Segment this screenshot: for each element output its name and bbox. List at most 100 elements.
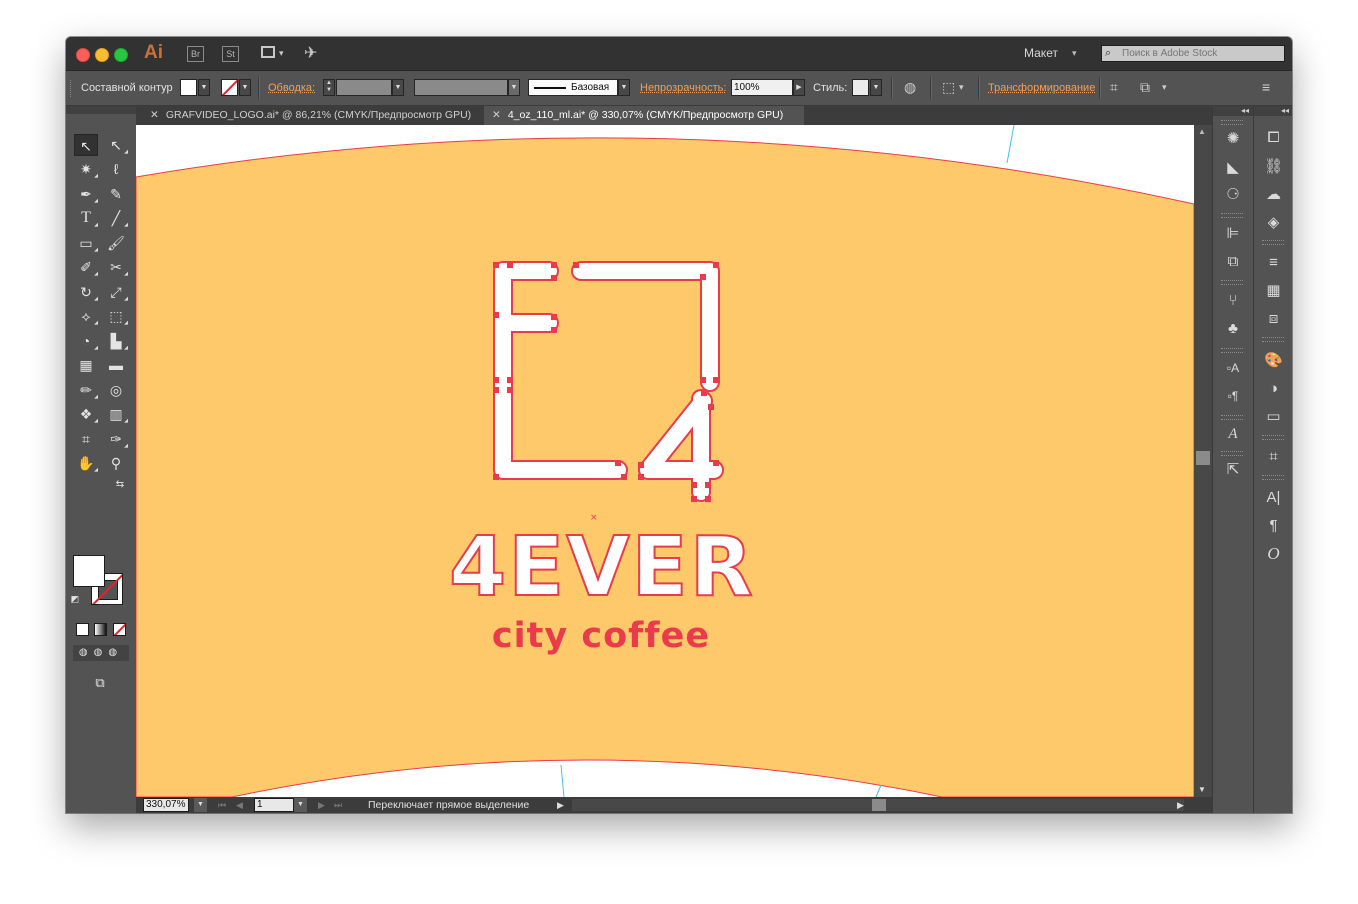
color-mode-icon[interactable] xyxy=(76,623,89,636)
recolor-artwork-icon[interactable]: ◍ xyxy=(904,79,916,96)
bridge-button[interactable]: Br xyxy=(187,46,204,62)
graphic-style-swatch[interactable] xyxy=(852,79,869,96)
artboard-canvas[interactable]: 4EVER city coffee × xyxy=(136,125,1194,797)
stock-button[interactable]: St xyxy=(222,46,239,62)
gradient-mode-icon[interactable] xyxy=(94,623,107,636)
stock-search-field[interactable]: ⌕ xyxy=(1101,45,1285,62)
free-transform-icon[interactable]: ⬚ ◢ xyxy=(104,305,128,327)
chevron-down-icon[interactable]: ▾ xyxy=(1162,79,1167,96)
graph-icon[interactable]: ▙ ◢ xyxy=(104,330,128,352)
recolor-icon[interactable]: ⚆ xyxy=(1213,184,1253,206)
swap-fill-stroke-icon[interactable]: ⇆ xyxy=(111,474,129,496)
brush-definition-field[interactable]: Базовая xyxy=(528,79,618,96)
gpu-performance-icon[interactable]: ✈ xyxy=(304,43,317,63)
opacity-dropdown[interactable]: ▶ xyxy=(793,79,805,96)
gradient-panel-icon[interactable]: ▭ xyxy=(1254,406,1292,428)
color-panel-icon[interactable]: 🎨 xyxy=(1254,350,1292,372)
horizontal-scrollbar[interactable] xyxy=(572,799,1184,811)
window-close-button[interactable] xyxy=(76,48,90,62)
magic-wand-icon[interactable]: ✷ ◢ xyxy=(74,158,98,180)
scissors-icon[interactable]: ✂ ◢ xyxy=(104,256,128,278)
tab-grafvideo-logo[interactable]: ✕ GRAFVIDEO_LOGO.ai* @ 86,21% (CMYK/Предп… xyxy=(142,106,471,125)
zoom-level-field[interactable]: 330,07% xyxy=(143,798,189,812)
window-zoom-button[interactable] xyxy=(114,48,128,62)
glyphs-icon[interactable]: A xyxy=(1213,423,1253,445)
artwork[interactable]: 4EVER city coffee × xyxy=(136,125,1194,797)
artboard-number-field[interactable]: 1 xyxy=(254,798,294,812)
variable-width-dropdown[interactable]: ▼ xyxy=(508,79,520,96)
none-mode-icon[interactable] xyxy=(113,623,126,636)
brush-definition-dropdown[interactable]: ▼ xyxy=(618,79,630,96)
gradient-icon[interactable]: ▬ xyxy=(104,354,128,376)
rotate-icon[interactable]: ↻ ◢ xyxy=(74,281,98,303)
stock-search-input[interactable] xyxy=(1122,46,1282,61)
paragraph-styles-icon[interactable]: ▫¶ xyxy=(1213,385,1253,407)
eyedropper-icon[interactable]: ✏ ◢ xyxy=(74,379,98,401)
transform-icon[interactable]: ⧠ xyxy=(1254,127,1292,149)
transform-panel-link[interactable]: Трансформирование xyxy=(988,82,1095,94)
curvature-icon[interactable]: ✎ xyxy=(104,183,128,205)
graphic-style-dropdown[interactable]: ▼ xyxy=(870,79,882,96)
swatches-icon[interactable]: ▦ xyxy=(1254,280,1292,302)
default-colors-icon[interactable]: ◩ xyxy=(68,592,82,606)
stroke-swatch[interactable] xyxy=(221,79,238,96)
artboard-dropdown[interactable]: ▼ xyxy=(294,798,307,812)
rectangle-icon[interactable]: ▭ ◢ xyxy=(74,232,98,254)
artboards-icon[interactable]: ⌗ xyxy=(1254,446,1292,468)
previous-artboard-icon[interactable]: ◀ xyxy=(236,798,243,812)
shaper-icon[interactable]: ✐ ◢ xyxy=(74,256,98,278)
stroke-panel-link[interactable]: Обводка: xyxy=(268,82,315,94)
align-to-icon[interactable]: ⬚ xyxy=(942,79,955,96)
collapse-panels-icon[interactable]: ◂◂ xyxy=(1213,106,1253,116)
scroll-right-arrow[interactable]: ▶ xyxy=(1177,799,1184,811)
drawing-modes-icon[interactable]: ◍◍◍ xyxy=(73,645,129,661)
opacity-field[interactable]: 100% xyxy=(731,79,793,96)
panel-grip[interactable] xyxy=(70,80,73,97)
close-icon[interactable]: ✕ xyxy=(492,109,501,121)
close-icon[interactable]: ✕ xyxy=(150,109,159,121)
lasso-icon[interactable]: ℓ xyxy=(104,158,128,180)
tab-4oz-110ml[interactable]: ✕ 4_oz_110_ml.ai* @ 330,07% (CMYK/Предпро… xyxy=(484,106,804,125)
width-icon[interactable]: ⟡ ◢ xyxy=(74,305,98,327)
chevron-down-icon[interactable]: ▾ xyxy=(1072,48,1077,59)
zoom-dropdown[interactable]: ▼ xyxy=(194,798,207,812)
shape-builder-icon[interactable]: ◔ ◢ xyxy=(74,330,98,352)
opentype-icon[interactable]: O xyxy=(1254,543,1292,565)
brushes-icon[interactable]: ⧈ xyxy=(1254,308,1292,330)
line-icon[interactable]: ╱ ◢ xyxy=(104,207,128,229)
chevron-down-icon[interactable]: ▾ xyxy=(279,48,284,59)
pen-icon[interactable]: ✒ ◢ xyxy=(74,183,98,205)
export-asset-icon[interactable]: ⇱ xyxy=(1213,459,1253,481)
scroll-down-arrow[interactable]: ▼ xyxy=(1198,785,1206,794)
appearance-icon[interactable]: ◣ xyxy=(1213,157,1253,179)
isolate-selection-icon[interactable]: ⌗ xyxy=(1110,79,1118,96)
paintbrush-icon[interactable]: 🖌 xyxy=(104,232,128,254)
fill-swatch[interactable] xyxy=(180,79,197,96)
opacity-panel-link[interactable]: Непрозрачность: xyxy=(640,82,726,94)
horizontal-scroll-thumb[interactable] xyxy=(872,799,886,811)
tools-panel-header[interactable] xyxy=(66,106,136,114)
layers-icon[interactable]: ◈ xyxy=(1254,212,1292,234)
color-guide-icon[interactable]: ✺ xyxy=(1213,128,1253,150)
character-styles-icon[interactable]: ▫A xyxy=(1213,357,1253,379)
vertical-scrollbar[interactable]: ▲ ▼ xyxy=(1194,125,1212,797)
artboard-icon[interactable]: ⌗ xyxy=(74,428,98,450)
fill-color-box[interactable] xyxy=(73,555,105,587)
panel-menu-icon[interactable]: ≡ xyxy=(1262,79,1270,96)
arrange-documents-icon[interactable] xyxy=(261,46,275,58)
stroke-weight-field[interactable] xyxy=(336,79,392,96)
scale-icon[interactable]: ⤢ ◢ xyxy=(104,281,128,303)
stroke-dropdown[interactable]: ▼ xyxy=(239,79,251,96)
status-menu-arrow[interactable]: ▶ xyxy=(557,799,564,811)
fill-dropdown[interactable]: ▼ xyxy=(198,79,210,96)
scroll-up-arrow[interactable]: ▲ xyxy=(1198,127,1206,136)
stroke-weight-dropdown[interactable]: ▼ xyxy=(392,79,404,96)
direct-selection-tool-icon[interactable]: ↖ ◢ xyxy=(104,134,128,156)
workspace-switcher[interactable]: Макет xyxy=(1024,46,1058,60)
hand-icon[interactable]: ✋ ◢ xyxy=(74,452,98,474)
next-artboard-icon[interactable]: ▶ xyxy=(318,798,325,812)
transparency-icon[interactable]: ◑ xyxy=(1254,378,1292,400)
stroke-panel-icon[interactable]: ≡ xyxy=(1254,252,1292,274)
zoom-icon[interactable]: ⚲ xyxy=(104,452,128,474)
paragraph-icon[interactable]: ¶ xyxy=(1254,515,1292,537)
